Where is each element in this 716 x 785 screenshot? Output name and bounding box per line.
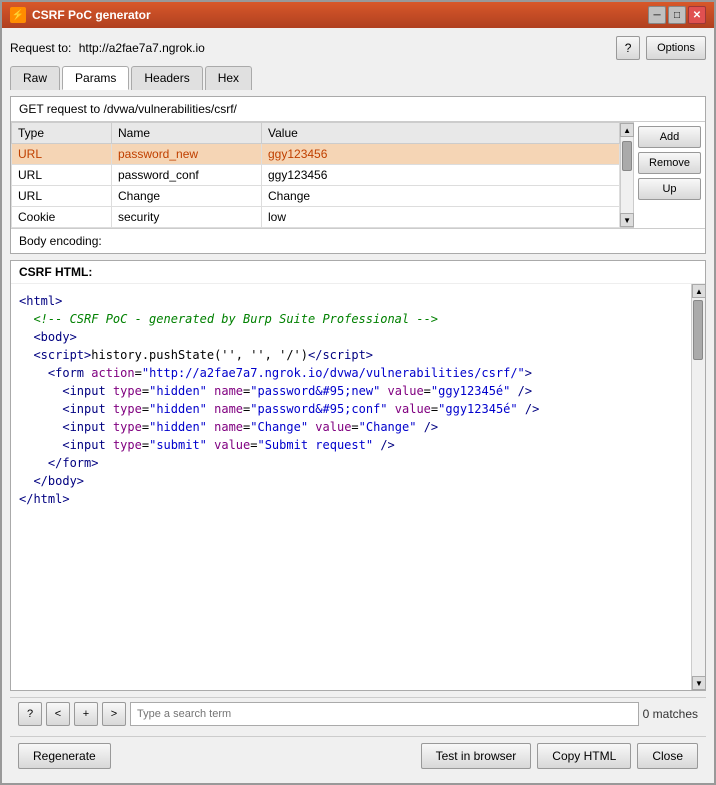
- table-with-buttons: Type Name Value URL password_new ggy1234…: [11, 122, 705, 228]
- table-row[interactable]: URL password_conf ggy123456: [12, 165, 620, 186]
- right-actions: Test in browser Copy HTML Close: [421, 743, 698, 769]
- get-request-label: GET request to /dvwa/vulnerabilities/csr…: [11, 97, 705, 122]
- request-url: http://a2fae7a7.ngrok.io: [79, 41, 205, 55]
- tab-hex[interactable]: Hex: [205, 66, 252, 90]
- scrollbar-down-arrow[interactable]: ▼: [620, 213, 634, 227]
- code-area-scrollbar[interactable]: ▲ ▼: [691, 284, 705, 690]
- minimize-button[interactable]: ─: [648, 6, 666, 24]
- code-area[interactable]: <html> <!-- CSRF PoC - generated by Burp…: [11, 284, 691, 690]
- col-value: Value: [262, 123, 620, 144]
- content-area: Request to: http://a2fae7a7.ngrok.io ? O…: [2, 28, 714, 783]
- code-scrollbar-thumb[interactable]: [693, 300, 703, 360]
- scrollbar-up-arrow[interactable]: ▲: [620, 123, 634, 137]
- maximize-button[interactable]: □: [668, 6, 686, 24]
- cell-name: password_conf: [112, 165, 262, 186]
- cell-type: URL: [12, 165, 112, 186]
- scrollbar-track: [621, 137, 633, 213]
- window-controls: ─ □ ✕: [648, 6, 706, 24]
- cell-value: ggy123456: [262, 144, 620, 165]
- search-bar: ? < + > 0 matches: [10, 697, 706, 730]
- tab-headers[interactable]: Headers: [131, 66, 202, 90]
- header-buttons: ? Options: [616, 36, 706, 60]
- options-button[interactable]: Options: [646, 36, 706, 60]
- side-buttons: Add Remove Up: [634, 122, 705, 204]
- tab-raw[interactable]: Raw: [10, 66, 60, 90]
- tabs-row: Raw Params Headers Hex: [10, 66, 706, 90]
- app-icon: ⚡: [10, 7, 26, 23]
- add-button[interactable]: Add: [638, 126, 701, 148]
- code-scrollbar-up[interactable]: ▲: [692, 284, 705, 298]
- cell-type: URL: [12, 186, 112, 207]
- help-button[interactable]: ?: [616, 36, 640, 60]
- code-area-container: <html> <!-- CSRF PoC - generated by Burp…: [11, 284, 705, 690]
- scrollbar-thumb[interactable]: [622, 141, 632, 171]
- close-button[interactable]: Close: [637, 743, 698, 769]
- col-name: Name: [112, 123, 262, 144]
- table-scroll-area: Type Name Value URL password_new ggy1234…: [11, 122, 634, 228]
- remove-button[interactable]: Remove: [638, 152, 701, 174]
- cell-value: low: [262, 207, 620, 228]
- csrf-html-panel: CSRF HTML: <html> <!-- CSRF PoC - genera…: [10, 260, 706, 691]
- params-panel: GET request to /dvwa/vulnerabilities/csr…: [10, 96, 706, 254]
- window-close-button[interactable]: ✕: [688, 6, 706, 24]
- search-input[interactable]: [130, 702, 639, 726]
- regenerate-button[interactable]: Regenerate: [18, 743, 111, 769]
- search-help-button[interactable]: ?: [18, 702, 42, 726]
- test-in-browser-button[interactable]: Test in browser: [421, 743, 532, 769]
- cell-name: Change: [112, 186, 262, 207]
- request-to-row: Request to: http://a2fae7a7.ngrok.io ? O…: [10, 36, 706, 60]
- table-row[interactable]: URL password_new ggy123456: [12, 144, 620, 165]
- cell-type: Cookie: [12, 207, 112, 228]
- window-title: CSRF PoC generator: [32, 8, 151, 22]
- search-plus-button[interactable]: +: [74, 702, 98, 726]
- code-scrollbar-track: [692, 298, 704, 676]
- table-scrollbar[interactable]: ▲ ▼: [620, 122, 634, 228]
- title-bar-left: ⚡ CSRF PoC generator: [10, 7, 151, 23]
- copy-html-button[interactable]: Copy HTML: [537, 743, 631, 769]
- csrf-poc-window: ⚡ CSRF PoC generator ─ □ ✕ Request to: h…: [0, 0, 716, 785]
- csrf-html-label: CSRF HTML:: [11, 261, 705, 284]
- cell-name: password_new: [112, 144, 262, 165]
- table-row[interactable]: URL Change Change: [12, 186, 620, 207]
- col-type: Type: [12, 123, 112, 144]
- cell-type: URL: [12, 144, 112, 165]
- code-scrollbar-down[interactable]: ▼: [692, 676, 705, 690]
- matches-count: 0 matches: [643, 707, 698, 721]
- tab-params[interactable]: Params: [62, 66, 129, 90]
- csrf-code: <html> <!-- CSRF PoC - generated by Burp…: [19, 292, 683, 508]
- up-button[interactable]: Up: [638, 178, 701, 200]
- action-bar: Regenerate Test in browser Copy HTML Clo…: [10, 736, 706, 775]
- cell-value: ggy123456: [262, 165, 620, 186]
- request-to-text: Request to: http://a2fae7a7.ngrok.io: [10, 41, 205, 55]
- params-table: Type Name Value URL password_new ggy1234…: [11, 122, 620, 228]
- search-prev-button[interactable]: <: [46, 702, 70, 726]
- table-row[interactable]: Cookie security low: [12, 207, 620, 228]
- cell-value: Change: [262, 186, 620, 207]
- search-next-button[interactable]: >: [102, 702, 126, 726]
- body-encoding-label: Body encoding:: [11, 228, 705, 253]
- title-bar: ⚡ CSRF PoC generator ─ □ ✕: [2, 2, 714, 28]
- cell-name: security: [112, 207, 262, 228]
